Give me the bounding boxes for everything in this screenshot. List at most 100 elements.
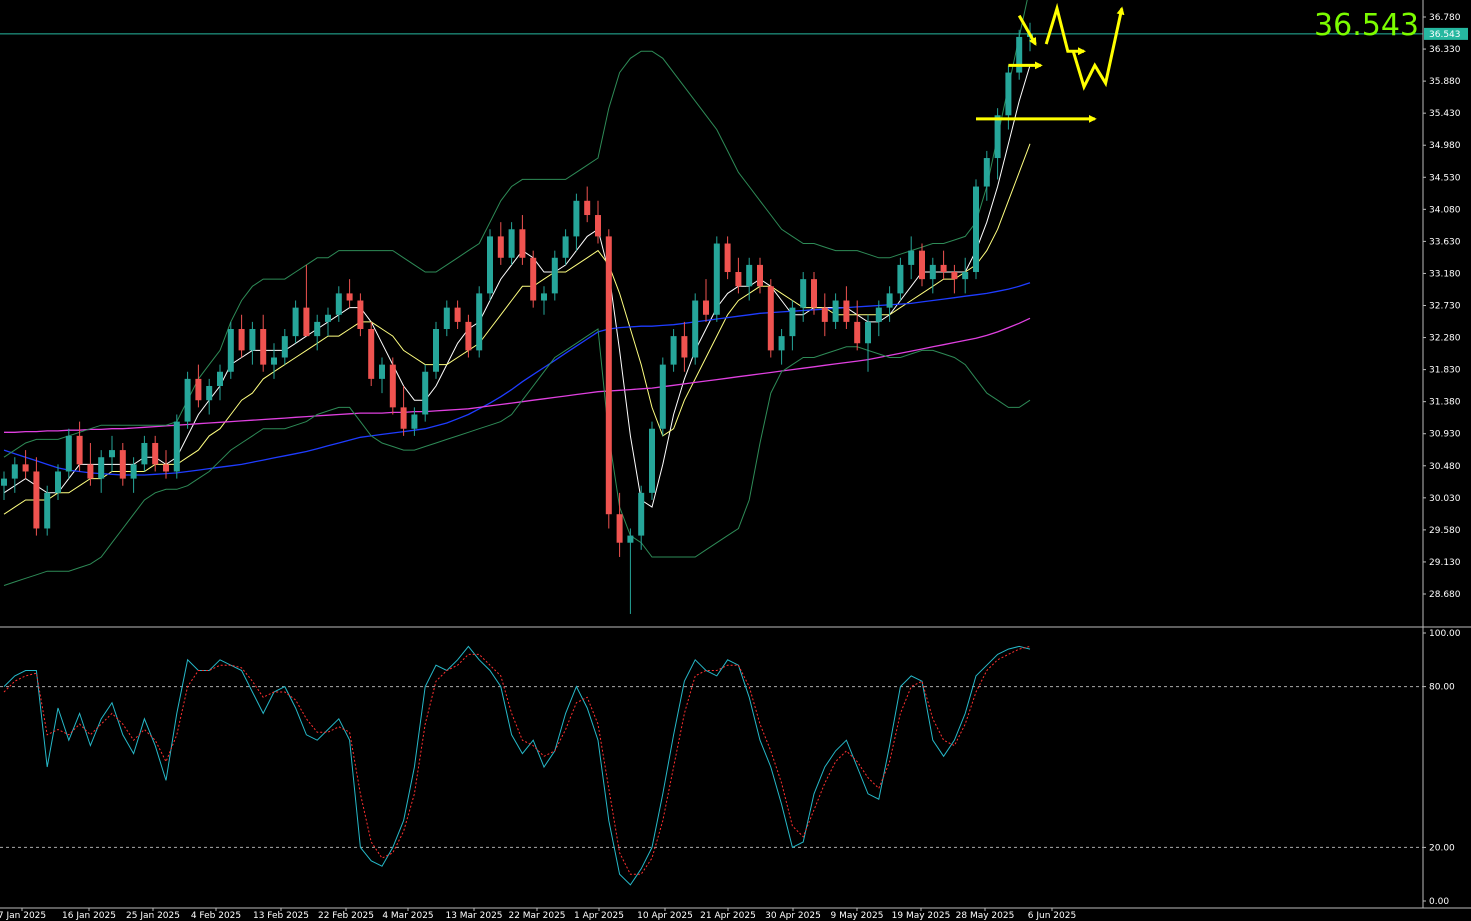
candle-bull (65, 435, 72, 472)
date-tick-label: 13 Mar 2025 (445, 911, 502, 921)
candle-bear (87, 464, 94, 479)
candle-bull (281, 336, 288, 358)
date-tick-label: 22 Mar 2025 (508, 911, 565, 921)
price-tick-label: 28.680 (1429, 590, 1461, 600)
candle-bear (584, 200, 591, 216)
chart-canvas: 36.780 36.330 35.880 35.430 34.980 34.530 34.0… (0, 0, 1471, 921)
candle-bear (919, 250, 925, 280)
candle-bull (227, 329, 234, 372)
candle-bear (767, 286, 774, 351)
candle-bear (735, 272, 742, 287)
candle-bull (1005, 72, 1012, 116)
candle-bull (1, 478, 7, 486)
candle-bear (530, 257, 537, 301)
candle-bull (184, 378, 191, 422)
candle-bull (411, 414, 418, 429)
current-price-big-label: 36.543 (1314, 8, 1419, 43)
candle-bear (757, 264, 763, 287)
candle-bear (724, 243, 731, 273)
candle-bull (541, 293, 547, 301)
candle-bull (487, 236, 493, 294)
candle-bull (314, 321, 321, 337)
date-tick-label: 22 Feb 2025 (318, 911, 374, 921)
candle-bear (163, 464, 169, 472)
candle-bear (22, 464, 29, 472)
candle-bull (141, 442, 148, 465)
price-tick-label: 33.630 (1429, 237, 1461, 247)
date-tick-label: 4 Feb 2025 (191, 911, 241, 921)
candle-bear (389, 364, 396, 408)
price-tick-label: 29.580 (1429, 526, 1461, 536)
price-tick-label: 32.730 (1429, 302, 1461, 312)
candle-bear (811, 279, 817, 308)
candle-bear (152, 442, 159, 465)
candle-bull (778, 336, 785, 351)
date-tick-label: 9 May 2025 (831, 911, 884, 921)
candle-bull (11, 464, 18, 479)
candle-bull (886, 293, 893, 308)
price-tick-label: 30.930 (1429, 430, 1461, 440)
candle-bull (508, 229, 515, 258)
candle-bull (832, 300, 839, 322)
price-tick-label: 34.980 (1429, 141, 1461, 151)
candle-bull (292, 307, 299, 337)
candle-bear (465, 321, 472, 351)
candle-bear (119, 450, 126, 479)
candle-bull (962, 272, 969, 280)
candle-bear (238, 329, 245, 351)
current-price-tag-label: 36.543 (1429, 30, 1461, 40)
stoch-tick-label: 20.00 (1429, 843, 1455, 853)
candle-bear (368, 329, 375, 379)
candle-bull (44, 492, 51, 529)
price-tick-label: 31.830 (1429, 366, 1461, 376)
candle-bull (249, 329, 256, 351)
candle-bear (843, 300, 850, 322)
date-tick-label: 13 Feb 2025 (253, 911, 309, 921)
date-tick-label: 28 May 2025 (956, 911, 1015, 921)
candle-bull (865, 321, 871, 344)
stoch-tick-label: 100.00 (1429, 629, 1461, 639)
candle-bull (325, 314, 331, 322)
candle-bull (109, 450, 115, 458)
candle-bull (973, 186, 979, 273)
price-tick-label: 30.030 (1429, 494, 1461, 504)
price-tick-label: 36.330 (1429, 45, 1461, 55)
candle-bull (983, 158, 990, 187)
candle-bull (692, 300, 699, 358)
price-tick-label: 36.780 (1429, 13, 1461, 23)
candle-bull (994, 115, 1001, 159)
candle-bear (346, 293, 353, 301)
candle-bull (746, 264, 753, 287)
candle-bear (400, 407, 407, 429)
candle-bull (789, 307, 796, 337)
candle-bull (573, 200, 580, 237)
date-tick-label: 7 Jan 2025 (0, 911, 46, 921)
price-tick-label: 34.080 (1429, 205, 1461, 215)
date-tick-label: 19 May 2025 (892, 911, 951, 921)
candle-bull (897, 264, 904, 294)
candle-bear (497, 236, 504, 258)
date-tick-label: 1 Apr 2025 (574, 911, 624, 921)
candle-bull (335, 293, 342, 315)
candle-bull (217, 371, 223, 386)
candle-bull (130, 464, 137, 479)
candle-bull (875, 307, 882, 322)
candle-bull (271, 357, 277, 365)
candle-bull (627, 535, 634, 543)
candle-bull (443, 307, 450, 330)
price-tick-label: 30.480 (1429, 462, 1461, 472)
date-tick-label: 25 Jan 2025 (126, 911, 180, 921)
price-tick-label: 31.380 (1429, 398, 1461, 408)
price-tick-label: 32.280 (1429, 334, 1461, 344)
candle-bear (303, 307, 310, 337)
candle-bear (76, 435, 83, 465)
candle-bull (1016, 36, 1023, 73)
candle-bear (605, 236, 612, 515)
candle-bear (195, 378, 202, 401)
candle-bull (173, 421, 180, 472)
candle-bull (929, 264, 936, 280)
candle-bear (33, 471, 40, 529)
candle-bear (951, 272, 958, 280)
candle-bull (659, 364, 666, 429)
price-tick-label: 35.430 (1429, 109, 1461, 119)
